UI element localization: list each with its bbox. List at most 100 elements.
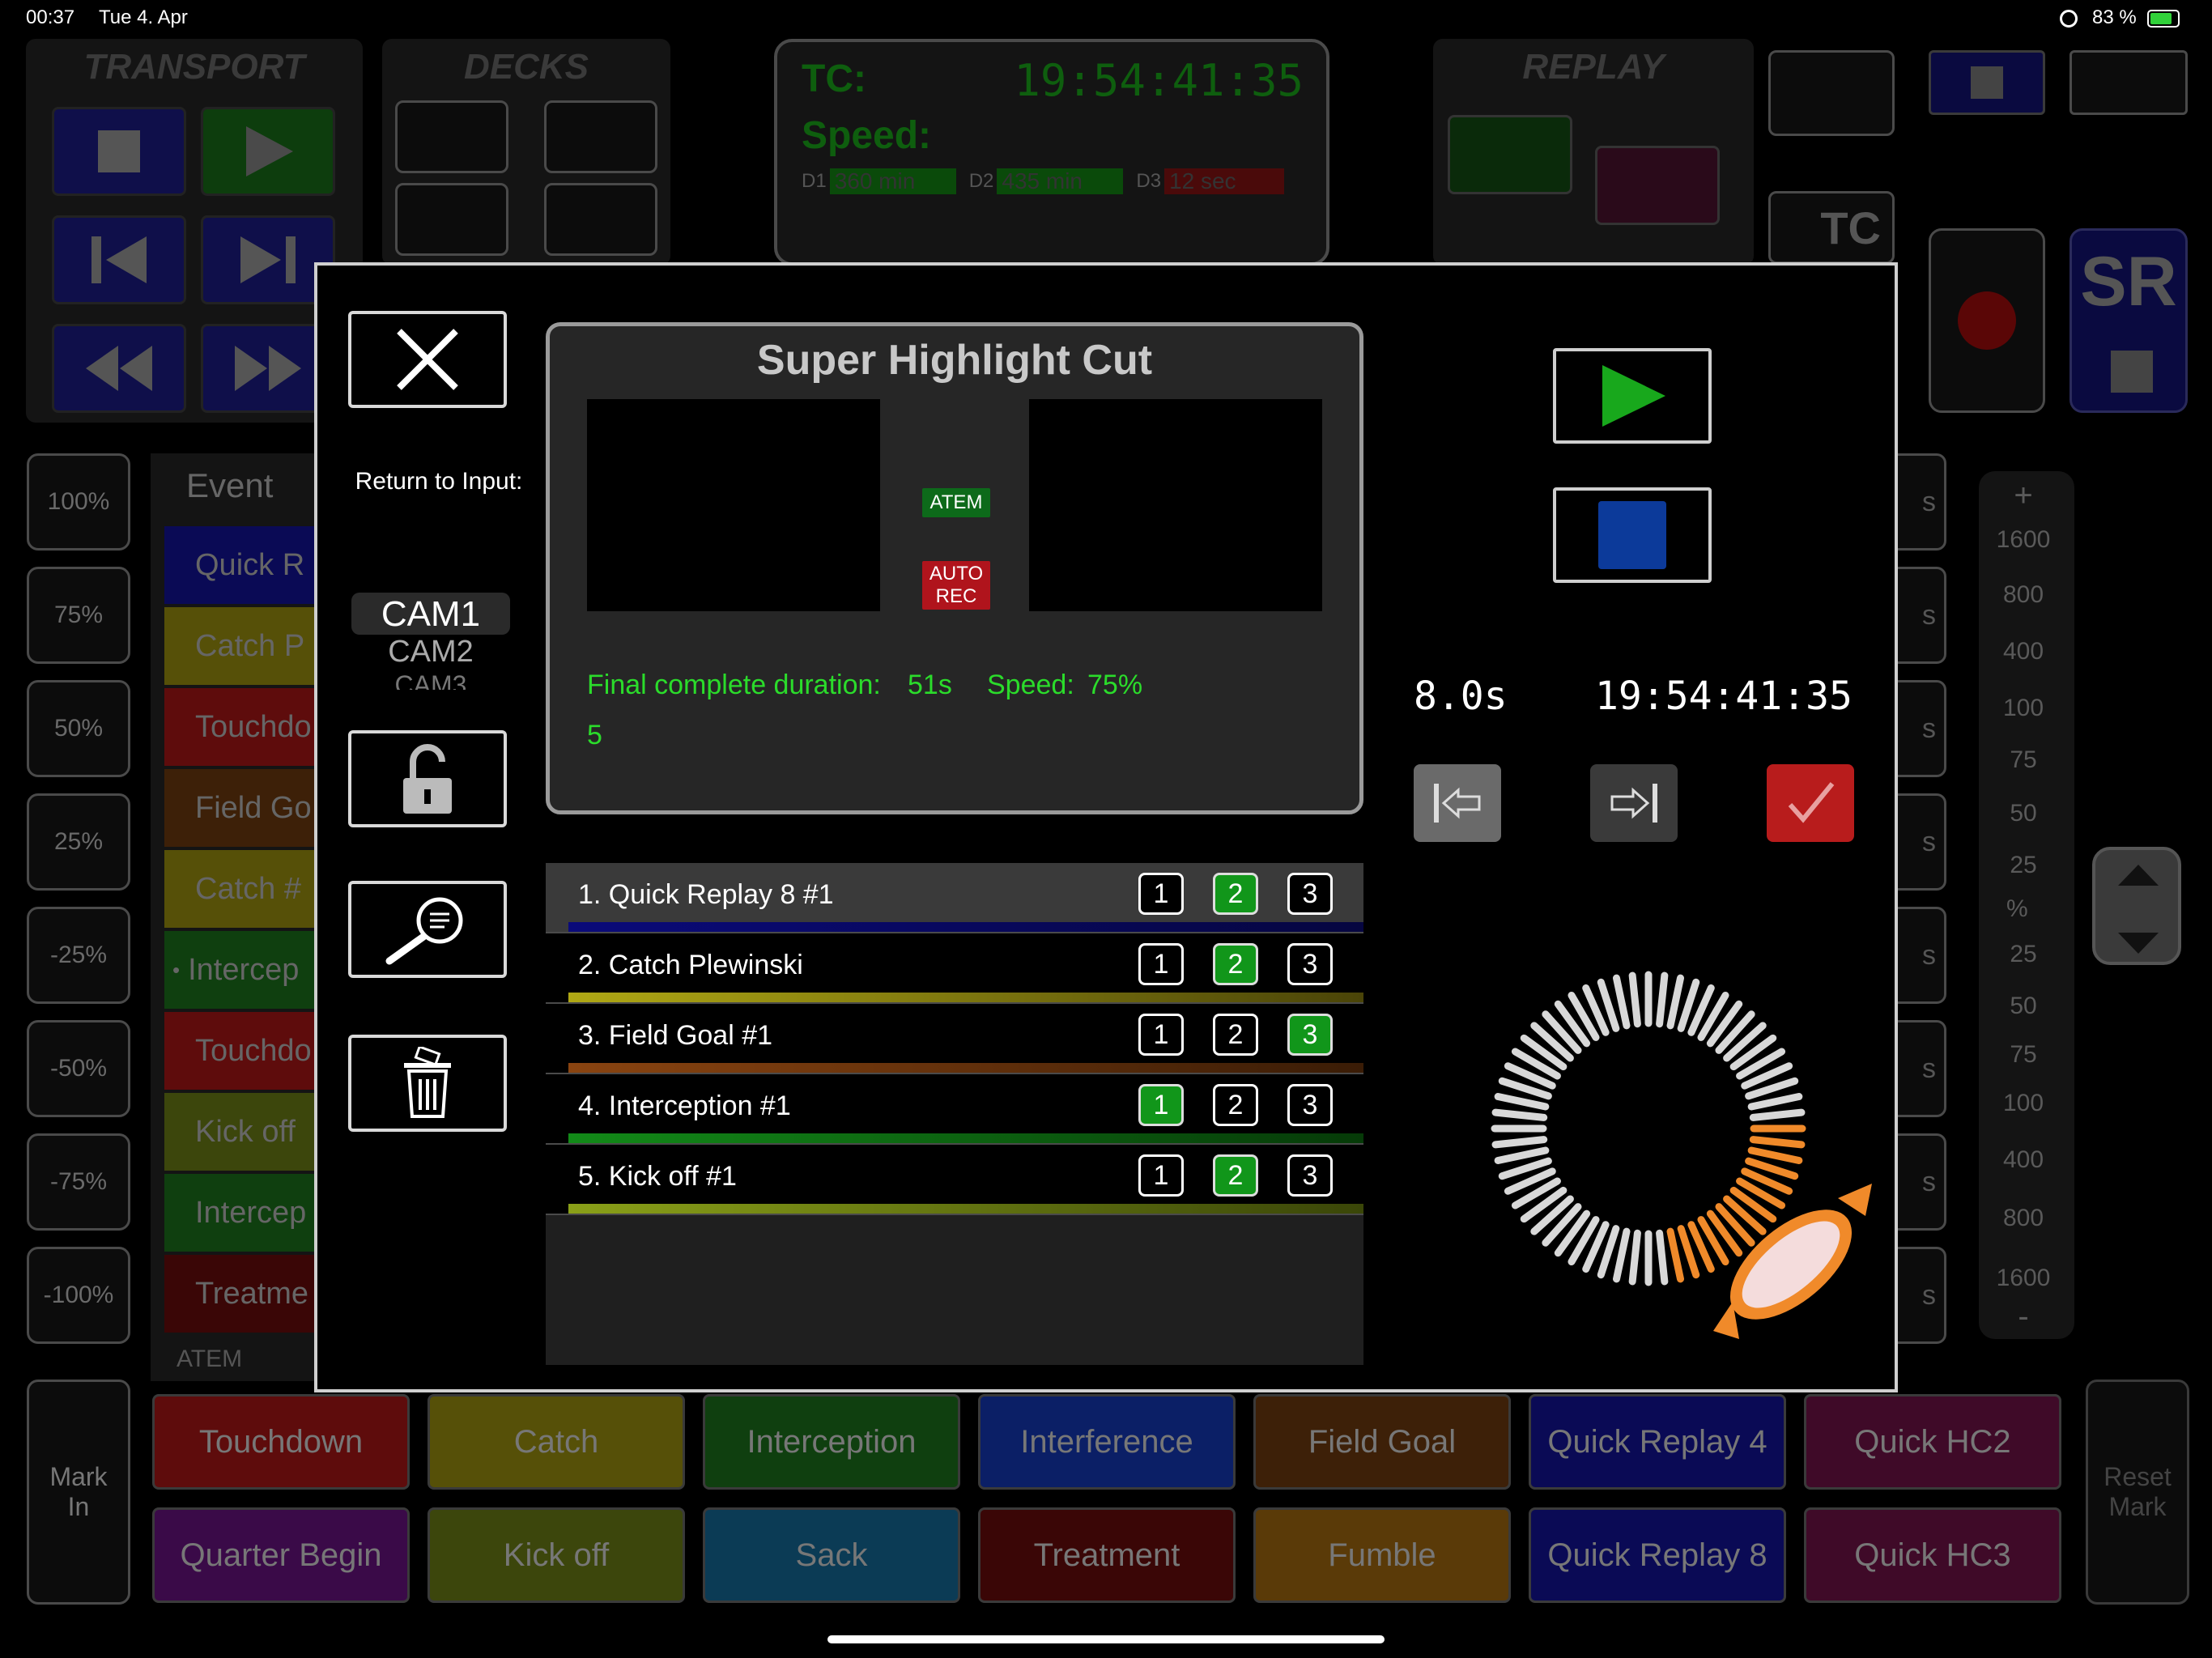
cam-3-toggle[interactable]: 3 (1287, 1084, 1333, 1126)
event-row[interactable]: Treatme (164, 1255, 318, 1333)
cam-3-toggle[interactable]: 3 (1287, 1014, 1333, 1056)
percent-button[interactable]: 50% (27, 680, 130, 777)
event-row[interactable]: Intercep (164, 1174, 318, 1252)
event-row[interactable]: Touchdo (164, 688, 318, 766)
event-button-fumble[interactable]: Fumble (1253, 1507, 1511, 1603)
clip-row[interactable]: 4. Interception #1 1 2 3 (546, 1074, 1363, 1145)
battery-icon (2147, 10, 2180, 28)
speed-slider[interactable]: + 1600 800 400 100 75 50 25 % 25 50 75 1… (1979, 471, 2074, 1339)
trim-in-button[interactable] (1414, 764, 1501, 842)
speed-stepper[interactable] (2092, 847, 2181, 965)
clip-row[interactable]: 3. Field Goal #1 1 2 3 (546, 1004, 1363, 1074)
percent-button[interactable]: 25% (27, 793, 130, 891)
clip-row[interactable]: 1. Quick Replay 8 #1 1 2 3 (546, 863, 1363, 933)
deck-2-button[interactable] (544, 183, 657, 256)
speed-tick: 400 (2002, 1146, 2044, 1173)
speed-tick: 800 (2002, 1205, 2044, 1231)
percent-button[interactable]: -100% (27, 1247, 130, 1344)
delete-button[interactable] (348, 1035, 507, 1132)
event-button-quick-hc3[interactable]: Quick HC3 (1804, 1507, 2061, 1603)
cam-1-toggle[interactable]: 1 (1138, 1014, 1184, 1056)
event-row[interactable]: Quick R (164, 526, 318, 604)
deck-1-button[interactable] (395, 183, 508, 256)
confirm-button[interactable] (1767, 764, 1854, 842)
deck-a-1-button[interactable] (395, 100, 508, 173)
stop-button[interactable] (1553, 487, 1712, 583)
event-button-catch[interactable]: Catch (428, 1394, 685, 1490)
clip-row[interactable]: 5. Kick off #1 1 2 3 (546, 1145, 1363, 1215)
cam-1-toggle[interactable]: 1 (1138, 943, 1184, 985)
mark-in-label: Mark In (49, 1462, 108, 1521)
reset-mark-button[interactable]: Reset Mark (2086, 1380, 2189, 1605)
percent-button[interactable]: -50% (27, 1020, 130, 1117)
cam-3-toggle[interactable]: 3 (1287, 873, 1333, 915)
cam-2-toggle[interactable]: 2 (1213, 943, 1258, 985)
jog-wheel[interactable] (1470, 941, 1956, 1394)
goto-tc-button[interactable]: TC (1768, 191, 1895, 264)
cam-1-toggle[interactable]: 1 (1138, 873, 1184, 915)
cam-2-toggle[interactable]: 2 (1213, 1084, 1258, 1126)
play-button[interactable] (201, 107, 335, 196)
clip-row[interactable]: 2. Catch Plewinski 1 2 3 (546, 933, 1363, 1004)
sr-button[interactable]: SR (2069, 228, 2188, 413)
event-button-field-goal[interactable]: Field Goal (1253, 1394, 1511, 1490)
favorites-list-button[interactable] (1768, 50, 1895, 136)
replay-list-button[interactable] (1595, 146, 1720, 225)
event-button-quarter-begin[interactable]: Quarter Begin (152, 1507, 410, 1603)
event-button-interception[interactable]: Interception (703, 1394, 960, 1490)
cam-2-toggle[interactable]: 2 (1213, 1014, 1258, 1056)
event-button-touchdown[interactable]: Touchdown (152, 1394, 410, 1490)
stop-button[interactable] (52, 107, 186, 196)
event-button-kick-off[interactable]: Kick off (428, 1507, 685, 1603)
event-row[interactable]: Catch P (164, 607, 318, 685)
top-stop-button[interactable] (1929, 50, 2045, 115)
camera-picker[interactable]: CAM1 CAM2 CAM3 (351, 589, 510, 690)
jog-tick (1491, 1108, 1548, 1121)
stop-icon (1598, 501, 1666, 569)
cam-1-toggle[interactable]: 1 (1138, 1154, 1184, 1197)
camera-option[interactable]: CAM2 (351, 635, 510, 670)
event-row[interactable]: Touchdo (164, 1012, 318, 1090)
hammer-button[interactable] (2069, 50, 2188, 115)
deck-status-row: D1 360 min D2 435 min D3 12 sec (802, 168, 1285, 194)
event-button-sack[interactable]: Sack (703, 1507, 960, 1603)
event-button-quick-replay-8[interactable]: Quick Replay 8 (1529, 1507, 1786, 1603)
replay-title: REPLAY (1522, 47, 1665, 87)
event-row[interactable]: Catch # (164, 850, 318, 928)
previous-button[interactable] (52, 215, 186, 304)
speed-tick: 75 (2010, 746, 2037, 773)
cam-3-toggle[interactable]: 3 (1287, 943, 1333, 985)
event-button-quick-replay-4[interactable]: Quick Replay 4 (1529, 1394, 1786, 1490)
camera-option[interactable]: CAM3 (351, 670, 510, 690)
close-button[interactable] (348, 311, 507, 408)
event-button-interference[interactable]: Interference (978, 1394, 1236, 1490)
percent-button[interactable]: 75% (27, 567, 130, 664)
clip-label: 2. Catch Plewinski (578, 950, 803, 980)
camera-option[interactable]: CAM1 (351, 594, 510, 635)
preview-monitor-left (587, 399, 880, 611)
cam-2-toggle[interactable]: 2 (1213, 1154, 1258, 1197)
percent-button[interactable]: -25% (27, 907, 130, 1004)
speed-value: 75% (1087, 670, 1143, 700)
cam-3-toggle[interactable]: 3 (1287, 1154, 1333, 1197)
record-icon (1958, 291, 2016, 350)
event-button-treatment[interactable]: Treatment (978, 1507, 1236, 1603)
play-button[interactable] (1553, 348, 1712, 444)
mark-in-button[interactable]: Mark In (27, 1380, 130, 1605)
percent-button[interactable]: -75% (27, 1133, 130, 1231)
lock-button[interactable] (348, 730, 507, 827)
percent-button[interactable]: 100% (27, 453, 130, 551)
replay-split-button[interactable] (1448, 115, 1572, 194)
deck-a-2-button[interactable] (544, 100, 657, 173)
speed-tick: 25 (2010, 852, 2037, 878)
trim-out-button[interactable] (1590, 764, 1678, 842)
cam-2-toggle[interactable]: 2 (1213, 873, 1258, 915)
cam-1-toggle[interactable]: 1 (1138, 1084, 1184, 1126)
search-button[interactable] (348, 881, 507, 978)
event-button-quick-hc2[interactable]: Quick HC2 (1804, 1394, 2061, 1490)
event-row[interactable]: Kick off (164, 1093, 318, 1171)
event-row[interactable]: • Intercep (164, 931, 318, 1009)
event-row[interactable]: Field Go (164, 769, 318, 847)
record-button[interactable] (1929, 228, 2045, 413)
rewind-button[interactable] (52, 324, 186, 413)
